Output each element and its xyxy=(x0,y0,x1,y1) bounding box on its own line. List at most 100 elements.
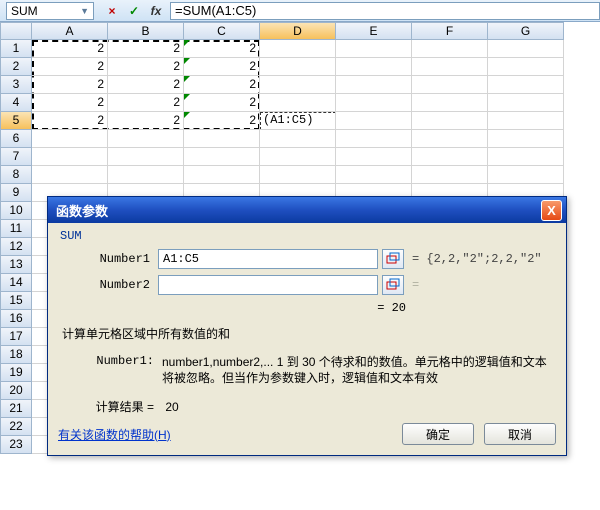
row-header-17[interactable]: 17 xyxy=(0,328,32,346)
column-header-C[interactable]: C xyxy=(184,22,260,40)
row-header-18[interactable]: 18 xyxy=(0,346,32,364)
column-header-D[interactable]: D xyxy=(260,22,336,40)
cell-G8[interactable] xyxy=(488,166,564,184)
row-header-21[interactable]: 21 xyxy=(0,400,32,418)
cell-G2[interactable] xyxy=(488,58,564,76)
row-header-8[interactable]: 8 xyxy=(0,166,32,184)
cell-A1[interactable]: 2 xyxy=(32,40,108,58)
cell-C5[interactable]: 2 xyxy=(184,112,260,130)
cell-G6[interactable] xyxy=(488,130,564,148)
row-header-3[interactable]: 3 xyxy=(0,76,32,94)
cell-A4[interactable]: 2 xyxy=(32,94,108,112)
cell-C7[interactable] xyxy=(184,148,260,166)
fx-icon[interactable]: fx xyxy=(148,3,164,19)
formula-input[interactable]: =SUM(A1:C5) xyxy=(170,2,600,20)
column-header-B[interactable]: B xyxy=(108,22,184,40)
cell-B3[interactable]: 2 xyxy=(108,76,184,94)
cell-A6[interactable] xyxy=(32,130,108,148)
cell-F5[interactable] xyxy=(412,112,488,130)
cancel-button[interactable]: 取消 xyxy=(484,423,556,445)
row-header-2[interactable]: 2 xyxy=(0,58,32,76)
cell-D1[interactable] xyxy=(260,40,336,58)
cell-E2[interactable] xyxy=(336,58,412,76)
cell-D4[interactable] xyxy=(260,94,336,112)
cell-E7[interactable] xyxy=(336,148,412,166)
row-header-4[interactable]: 4 xyxy=(0,94,32,112)
cell-B8[interactable] xyxy=(108,166,184,184)
range-select-button[interactable] xyxy=(382,275,404,295)
row-header-1[interactable]: 1 xyxy=(0,40,32,58)
chevron-down-icon[interactable]: ▼ xyxy=(80,6,89,16)
enter-icon[interactable]: ✓ xyxy=(126,3,142,19)
select-all-corner[interactable] xyxy=(0,22,32,40)
cell-D6[interactable] xyxy=(260,130,336,148)
cell-E5[interactable] xyxy=(336,112,412,130)
cell-C6[interactable] xyxy=(184,130,260,148)
row-header-6[interactable]: 6 xyxy=(0,130,32,148)
row-header-22[interactable]: 22 xyxy=(0,418,32,436)
cell-A8[interactable] xyxy=(32,166,108,184)
row-header-15[interactable]: 15 xyxy=(0,292,32,310)
cell-D8[interactable] xyxy=(260,166,336,184)
help-link[interactable]: 有关该函数的帮助(H) xyxy=(58,426,171,443)
cell-B2[interactable]: 2 xyxy=(108,58,184,76)
cell-C8[interactable] xyxy=(184,166,260,184)
row-header-14[interactable]: 14 xyxy=(0,274,32,292)
row-header-5[interactable]: 5 xyxy=(0,112,32,130)
cell-C3[interactable]: 2 xyxy=(184,76,260,94)
cell-F6[interactable] xyxy=(412,130,488,148)
cell-B4[interactable]: 2 xyxy=(108,94,184,112)
cell-D7[interactable] xyxy=(260,148,336,166)
column-header-A[interactable]: A xyxy=(32,22,108,40)
row-header-9[interactable]: 9 xyxy=(0,184,32,202)
cell-B5[interactable]: 2 xyxy=(108,112,184,130)
cell-G1[interactable] xyxy=(488,40,564,58)
cell-E3[interactable] xyxy=(336,76,412,94)
cell-A3[interactable]: 2 xyxy=(32,76,108,94)
cell-A5[interactable]: 2 xyxy=(32,112,108,130)
cell-D3[interactable] xyxy=(260,76,336,94)
row-header-20[interactable]: 20 xyxy=(0,382,32,400)
row-header-23[interactable]: 23 xyxy=(0,436,32,454)
cell-G3[interactable] xyxy=(488,76,564,94)
range-select-button[interactable] xyxy=(382,249,404,269)
cell-E8[interactable] xyxy=(336,166,412,184)
cell-C2[interactable]: 2 xyxy=(184,58,260,76)
cell-F7[interactable] xyxy=(412,148,488,166)
cell-F1[interactable] xyxy=(412,40,488,58)
cell-C1[interactable]: 2 xyxy=(184,40,260,58)
cell-B1[interactable]: 2 xyxy=(108,40,184,58)
cell-G4[interactable] xyxy=(488,94,564,112)
cell-C4[interactable]: 2 xyxy=(184,94,260,112)
cell-G5[interactable] xyxy=(488,112,564,130)
cell-D2[interactable] xyxy=(260,58,336,76)
row-header-10[interactable]: 10 xyxy=(0,202,32,220)
row-header-12[interactable]: 12 xyxy=(0,238,32,256)
cell-A7[interactable] xyxy=(32,148,108,166)
cell-B7[interactable] xyxy=(108,148,184,166)
cell-F4[interactable] xyxy=(412,94,488,112)
cell-B6[interactable] xyxy=(108,130,184,148)
column-header-G[interactable]: G xyxy=(488,22,564,40)
cell-F3[interactable] xyxy=(412,76,488,94)
cell-G7[interactable] xyxy=(488,148,564,166)
row-header-11[interactable]: 11 xyxy=(0,220,32,238)
cell-E1[interactable] xyxy=(336,40,412,58)
cancel-icon[interactable]: × xyxy=(104,3,120,19)
column-header-F[interactable]: F xyxy=(412,22,488,40)
row-header-16[interactable]: 16 xyxy=(0,310,32,328)
cell-F8[interactable] xyxy=(412,166,488,184)
number2-input[interactable] xyxy=(158,275,378,295)
row-header-19[interactable]: 19 xyxy=(0,364,32,382)
row-header-13[interactable]: 13 xyxy=(0,256,32,274)
dialog-titlebar[interactable]: 函数参数 X xyxy=(48,197,566,223)
number1-input[interactable] xyxy=(158,249,378,269)
cell-E6[interactable] xyxy=(336,130,412,148)
column-header-E[interactable]: E xyxy=(336,22,412,40)
cell-F2[interactable] xyxy=(412,58,488,76)
cell-E4[interactable] xyxy=(336,94,412,112)
name-box[interactable]: SUM ▼ xyxy=(6,2,94,20)
ok-button[interactable]: 确定 xyxy=(402,423,474,445)
cell-D5[interactable]: (A1:C5) xyxy=(260,112,336,130)
close-button[interactable]: X xyxy=(541,200,562,221)
